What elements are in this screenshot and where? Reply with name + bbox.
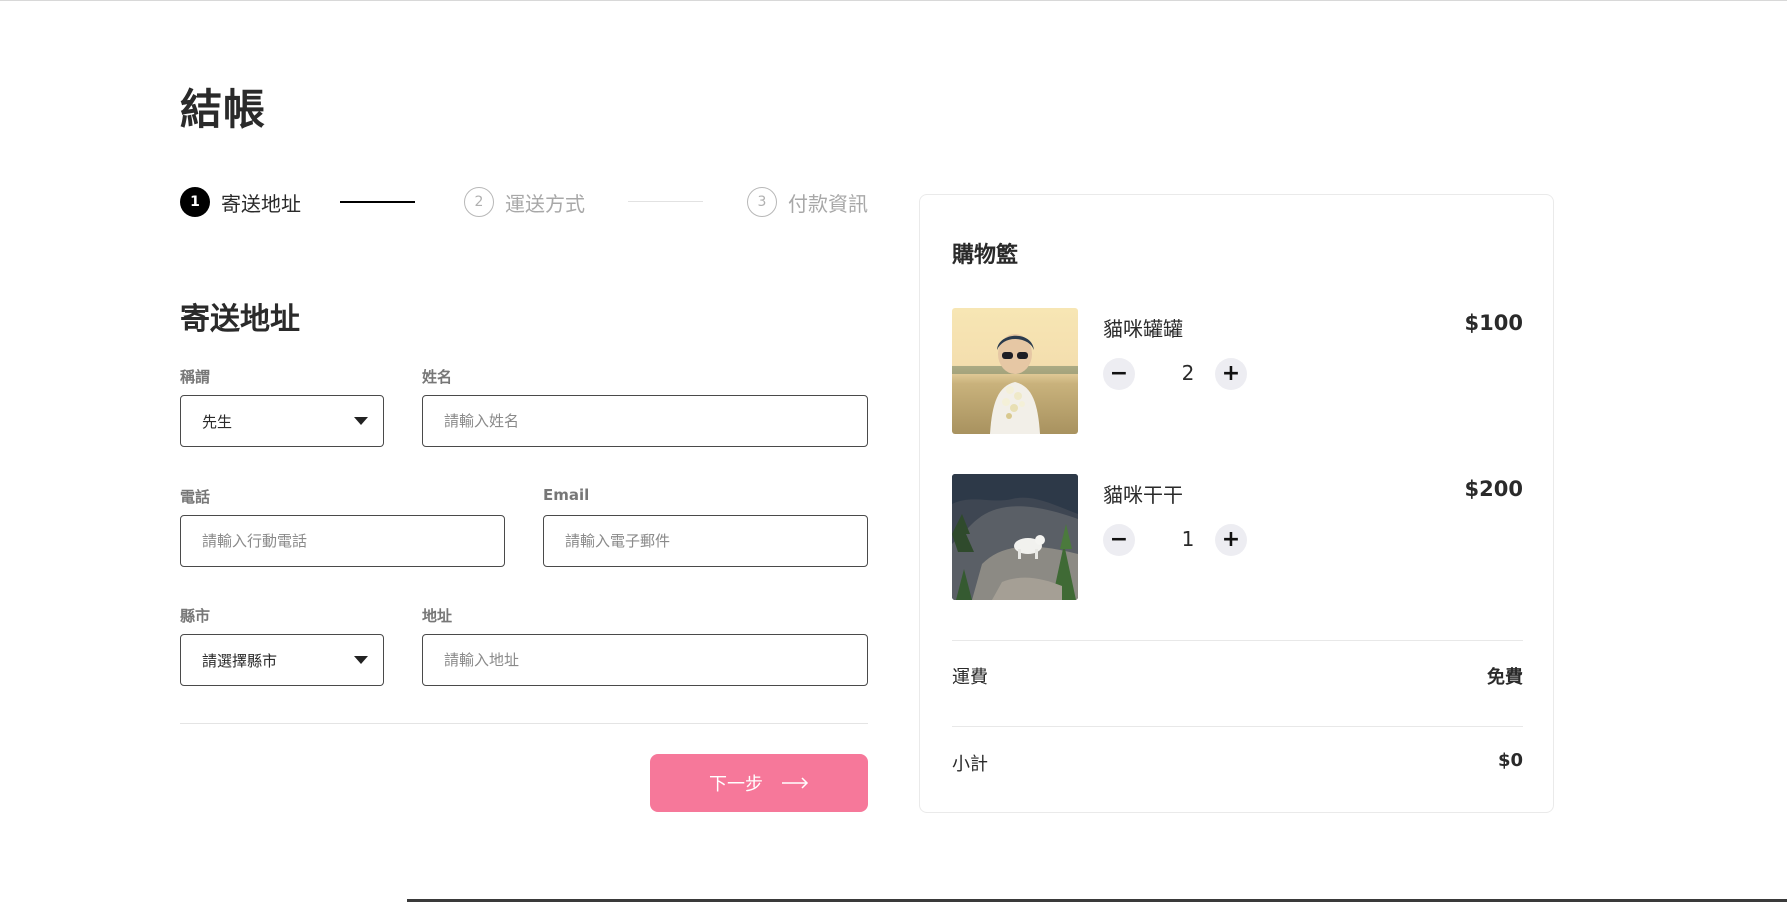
plus-icon: + [1221,361,1241,386]
step-number: 2 [464,187,494,217]
product-price: $200 [1464,477,1523,501]
cart-item: 貓咪罐罐 $100 − 2 + [952,308,1523,434]
cart-panel: 購物籃 貓咪罐罐 $100 − 2 + 貓咪干干 $200 − 1 + 運費 免… [919,194,1554,813]
subtotal-value: $0 [1497,750,1523,771]
email-field-box [543,515,868,567]
email-label: Email [543,486,590,504]
minus-icon: − [1109,361,1129,386]
name-input[interactable] [444,412,867,430]
shipping-row: 運費 免費 [952,663,1523,689]
salutation-value: 先生 [202,412,233,431]
checkout-stepper: 1 寄送地址 2 運送方式 3 付款資訊 [180,186,868,218]
arrow-right-icon [781,777,809,789]
caret-down-icon [354,417,368,425]
subtotal-label: 小計 [952,754,988,775]
decrease-quantity-button[interactable]: − [1103,524,1135,556]
product-image [952,474,1078,600]
address-label: 地址 [422,607,453,625]
cart-item: 貓咪干干 $200 − 1 + [952,474,1523,600]
cart-divider [952,640,1523,641]
caret-down-icon [354,656,368,664]
page-title: 結帳 [180,85,267,134]
section-title: 寄送地址 [180,302,300,337]
step-shipping-method: 2 運送方式 [464,186,585,218]
step-payment-info: 3 付款資訊 [747,186,868,218]
top-divider [0,0,1787,1]
city-value: 請選擇縣市 [202,651,278,670]
plus-icon: + [1221,527,1241,552]
step-label: 付款資訊 [788,191,868,216]
phone-field-box [180,515,505,567]
quantity-value: 2 [1181,361,1195,385]
next-step-label: 下一步 [709,774,763,795]
email-input[interactable] [565,532,867,550]
step-label: 寄送地址 [221,191,301,216]
shipping-value: 免費 [1487,667,1523,688]
product-image [952,308,1078,434]
product-name: 貓咪罐罐 [1103,317,1183,341]
address-field-box [422,634,868,686]
city-select[interactable]: 請選擇縣市 [180,634,384,686]
salutation-label: 稱謂 [180,368,211,386]
decrease-quantity-button[interactable]: − [1103,358,1135,390]
minus-icon: − [1109,527,1129,552]
name-label: 姓名 [422,368,453,386]
step-connector [628,201,703,202]
cart-title: 購物籃 [952,243,1019,268]
salutation-select[interactable]: 先生 [180,395,384,447]
step-number: 1 [180,187,210,217]
name-field-box [422,395,868,447]
step-connector [340,201,415,203]
increase-quantity-button[interactable]: + [1215,358,1247,390]
step-shipping-address: 1 寄送地址 [180,186,301,218]
city-label: 縣市 [180,607,211,625]
step-label: 運送方式 [505,191,585,216]
address-input[interactable] [444,651,867,669]
form-divider [180,723,868,724]
quantity-value: 1 [1181,527,1195,551]
shipping-label: 運費 [952,667,988,688]
cart-divider [952,726,1523,727]
step-number: 3 [747,187,777,217]
phone-label: 電話 [180,488,211,506]
phone-input[interactable] [202,532,504,550]
product-price: $100 [1464,311,1523,335]
next-step-button[interactable]: 下一步 [650,754,868,812]
subtotal-row: 小計 $0 [952,750,1523,776]
product-name: 貓咪干干 [1103,483,1183,507]
increase-quantity-button[interactable]: + [1215,524,1247,556]
